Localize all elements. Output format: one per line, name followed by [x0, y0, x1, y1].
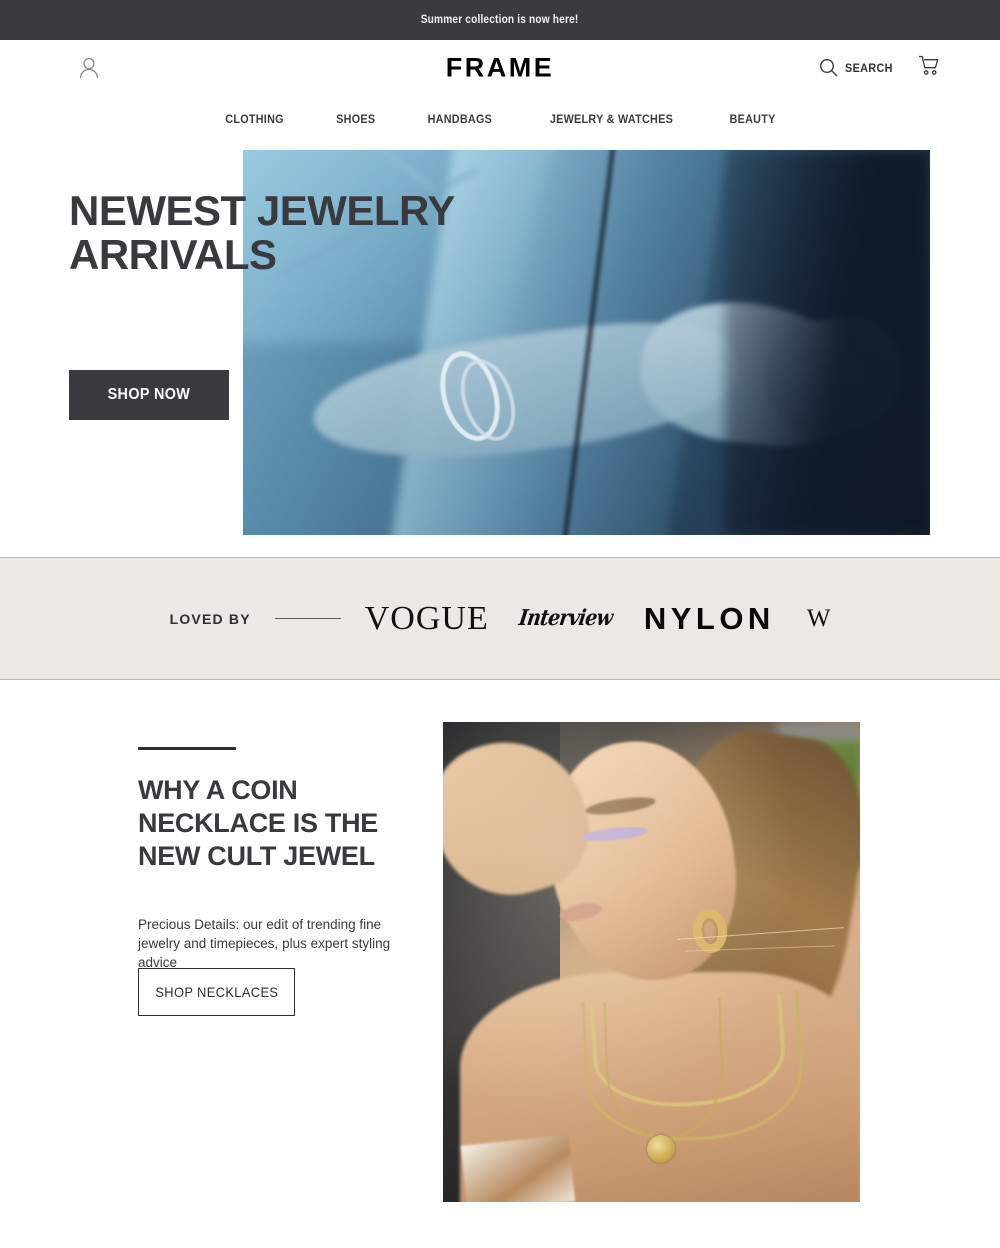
site-header: FRAME SEARCH [0, 40, 1000, 95]
header-actions: SEARCH [819, 55, 940, 81]
editorial-section: WHY A COIN NECKLACE IS THE NEW CULT JEWE… [0, 680, 1000, 1202]
press-logos-row: LOVED BY VOGUE Interview NYLON W [169, 601, 831, 636]
nav-item-handbags[interactable]: HANDBAGS [428, 112, 493, 126]
cart-button[interactable] [918, 55, 940, 81]
editorial-body-text: Precious Details: our edit of trending f… [138, 917, 391, 971]
press-logo-interview[interactable]: Interview [517, 605, 614, 630]
press-label: LOVED BY [169, 610, 251, 627]
main-nav: CLOTHING SHOES HANDBAGS JEWELRY & WATCHE… [0, 95, 1000, 142]
hero-shop-now-label: SHOP NOW [107, 386, 191, 403]
search-button[interactable]: SEARCH [819, 58, 898, 77]
editorial-accent-rule [138, 747, 236, 750]
nav-item-beauty[interactable]: BEAUTY [730, 112, 776, 126]
shop-necklaces-button[interactable]: SHOP NECKLACES [138, 968, 295, 1016]
search-icon [819, 58, 838, 77]
editorial-heading: WHY A COIN NECKLACE IS THE NEW CULT JEWE… [138, 775, 379, 871]
hero-shop-now-button[interactable]: SHOP NOW [69, 370, 229, 420]
search-label: SEARCH [844, 60, 893, 75]
nav-item-jewelry-watches[interactable]: JEWELRY & WATCHES [550, 112, 673, 126]
press-logo-vogue[interactable]: VOGUE [365, 601, 489, 636]
announcement-bar: Summer collection is now here! [0, 0, 1000, 40]
nav-item-shoes[interactable]: SHOES [336, 112, 375, 126]
editorial-photo [443, 722, 860, 1202]
press-logo-nylon[interactable]: NYLON [644, 603, 775, 634]
hero-section: NEWEST JEWELRY ARRIVALS SHOP NOW [0, 142, 1000, 557]
shop-necklaces-label: SHOP NECKLACES [154, 984, 279, 1000]
press-logo-w[interactable]: W [807, 606, 831, 631]
press-divider-rule [274, 618, 341, 619]
press-band: LOVED BY VOGUE Interview NYLON W [0, 557, 1000, 680]
editorial-photo-sunlight [443, 722, 860, 1202]
announcement-text: Summer collection is now here! [421, 14, 579, 26]
hero-photo-shadow-right [723, 150, 930, 535]
nav-item-clothing[interactable]: CLOTHING [225, 112, 284, 126]
cart-icon [919, 55, 939, 75]
hero-heading: NEWEST JEWELRY ARRIVALS [69, 187, 455, 278]
homepage: Summer collection is now here! FRAME SEA… [0, 0, 1000, 1248]
editorial-image [443, 722, 860, 1202]
